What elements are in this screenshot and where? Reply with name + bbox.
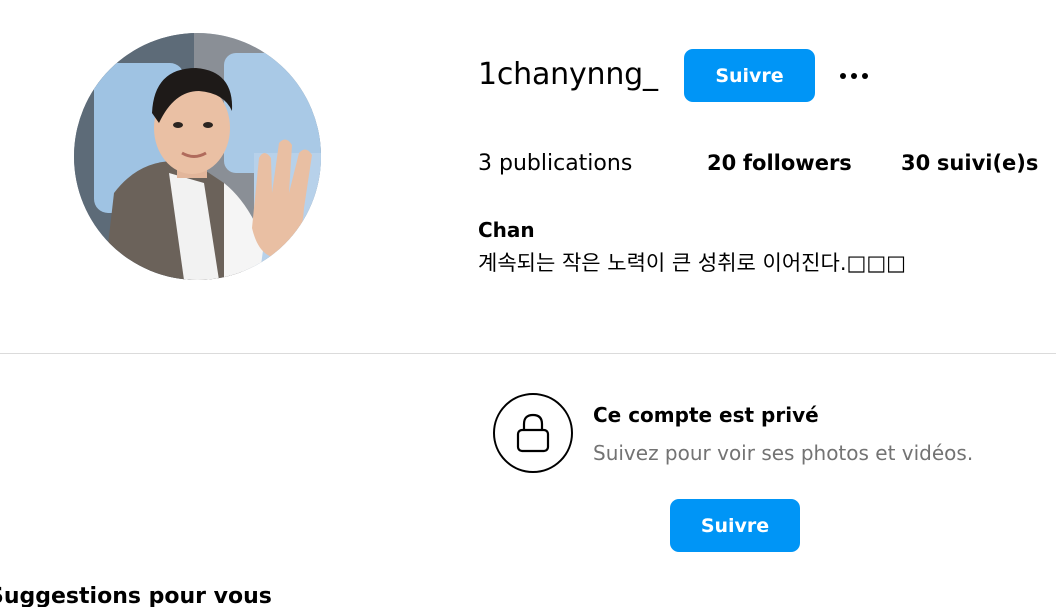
bio-name: Chan xyxy=(478,218,535,242)
profile-page: 1chanynng_ Suivre 3 publications 20 foll… xyxy=(0,0,1056,607)
followers-link[interactable]: 20 followers xyxy=(707,151,852,175)
followers-count-value: 20 xyxy=(707,151,737,175)
dot-icon xyxy=(840,73,846,79)
posts-count-label: publications xyxy=(499,151,633,176)
followers-count-label: followers xyxy=(742,151,852,175)
divider xyxy=(0,353,1056,354)
private-account-subtitle: Suivez pour voir ses photos et vidéos. xyxy=(593,441,974,465)
posts-count: 3 publications xyxy=(478,151,632,176)
dot-icon xyxy=(862,73,868,79)
private-account-title: Ce compte est privé xyxy=(593,403,819,427)
follow-button[interactable]: Suivre xyxy=(684,49,815,102)
avatar-photo xyxy=(74,33,321,280)
following-count-label: suivi(e)s xyxy=(936,151,1039,175)
following-link[interactable]: 30 suivi(e)s xyxy=(901,151,1038,175)
suggestions-heading: Suggestions pour vous xyxy=(0,584,272,607)
posts-count-value: 3 xyxy=(478,151,492,176)
lock-icon xyxy=(493,393,573,473)
dot-icon xyxy=(851,73,857,79)
following-count-value: 30 xyxy=(901,151,931,175)
more-options-icon[interactable] xyxy=(832,62,876,90)
lock-glyph xyxy=(516,413,550,453)
follow-button-secondary[interactable]: Suivre xyxy=(670,499,800,552)
bio-text: 계속되는 작은 노력이 큰 성취로 이어진다.□□□ xyxy=(478,251,907,275)
avatar[interactable] xyxy=(74,33,321,280)
username: 1chanynng_ xyxy=(478,57,658,92)
